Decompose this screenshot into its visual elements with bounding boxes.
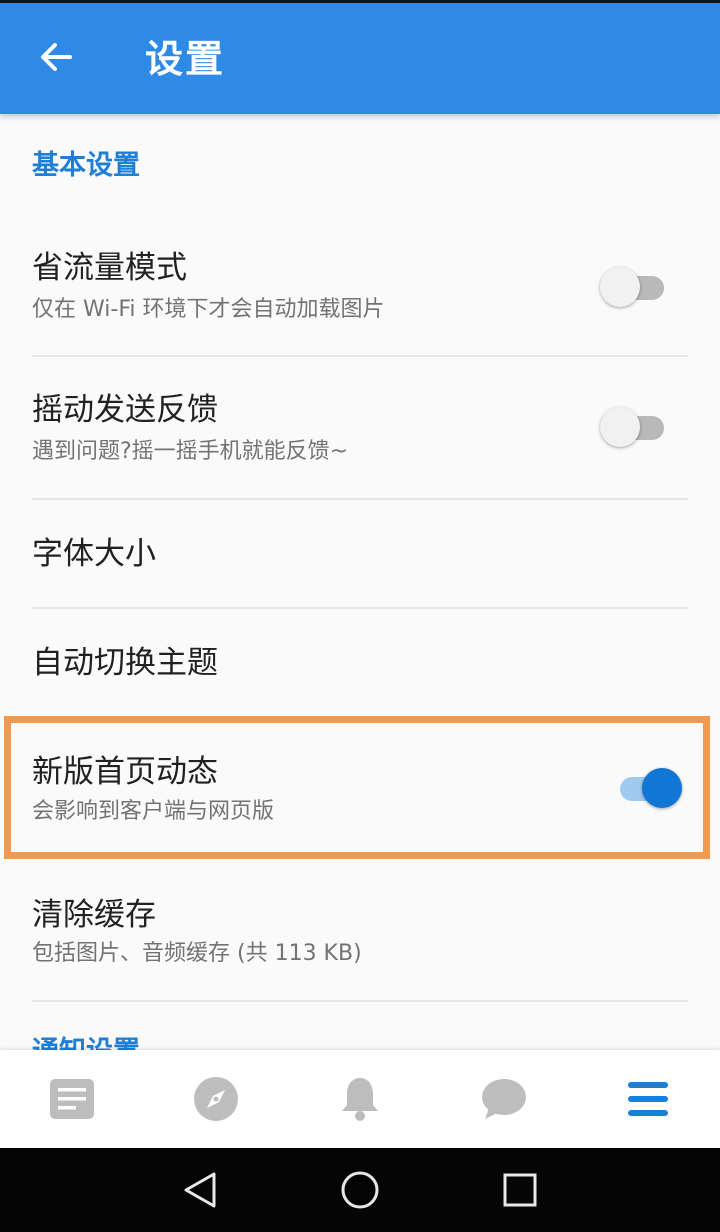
section-header-notifications: 通知设置: [32, 1034, 140, 1050]
setting-subtitle: 仅在 Wi-Fi 环境下才会自动加载图片: [32, 297, 385, 322]
setting-row-clear-cache[interactable]: 清除缓存 包括图片、音频缓存 (共 113 KB): [0, 859, 720, 1000]
divider: [32, 1000, 688, 1002]
arrow-back-icon: [41, 43, 72, 71]
setting-title: 字体大小: [32, 536, 156, 572]
setting-row-font-size[interactable]: 字体大小: [0, 500, 720, 607]
setting-title: 清除缓存: [32, 897, 156, 933]
feed-icon: [50, 1079, 94, 1119]
switch-thumb: [600, 407, 640, 447]
home-circle-icon: [341, 1171, 379, 1209]
recents-square-icon: [503, 1173, 537, 1207]
nav-tab-feed[interactable]: [0, 1050, 144, 1148]
switch-thumb: [600, 267, 640, 307]
setting-title: 摇动发送反馈: [32, 392, 218, 428]
nav-tab-messages[interactable]: [432, 1050, 576, 1148]
settings-list[interactable]: 基本设置 省流量模式 仅在 Wi-Fi 环境下才会自动加载图片 摇动发送反馈 遇…: [0, 114, 720, 1050]
back-button[interactable]: [26, 27, 86, 87]
bottom-navigation: [0, 1050, 720, 1148]
section-header-basic: 基本设置: [32, 150, 140, 181]
setting-row-shake-feedback[interactable]: 摇动发送反馈 遇到问题?摇一摇手机就能反馈~: [0, 357, 720, 498]
nav-tab-notifications[interactable]: [288, 1050, 432, 1148]
compass-icon: [194, 1077, 238, 1121]
menu-icon: [628, 1082, 668, 1116]
system-navigation-bar: [0, 1148, 720, 1232]
system-home-button[interactable]: [320, 1160, 400, 1220]
settings-screen: 设置 基本设置 省流量模式 仅在 Wi-Fi 环境下才会自动加载图片 摇动发送反…: [0, 0, 720, 1232]
setting-subtitle: 包括图片、音频缓存 (共 113 KB): [32, 941, 362, 966]
setting-row-auto-theme[interactable]: 自动切换主题: [0, 609, 720, 716]
highlight-box: [4, 716, 710, 859]
setting-subtitle: 遇到问题?摇一摇手机就能反馈~: [32, 439, 349, 464]
nav-tab-explore[interactable]: [144, 1050, 288, 1148]
back-triangle-icon: [184, 1172, 216, 1208]
page-title: 设置: [145, 37, 226, 81]
bell-icon: [342, 1078, 378, 1121]
setting-title: 自动切换主题: [32, 645, 218, 681]
setting-title: 省流量模式: [32, 250, 187, 286]
chat-bubble-icon: [482, 1079, 526, 1119]
shake-feedback-toggle[interactable]: [600, 405, 670, 449]
system-recents-button[interactable]: [480, 1160, 560, 1220]
data-saver-toggle[interactable]: [600, 265, 670, 309]
system-back-button[interactable]: [160, 1160, 240, 1220]
nav-tab-more[interactable]: [576, 1050, 720, 1148]
setting-row-data-saver[interactable]: 省流量模式 仅在 Wi-Fi 环境下才会自动加载图片: [0, 218, 720, 356]
app-toolbar: 设置: [0, 3, 720, 114]
